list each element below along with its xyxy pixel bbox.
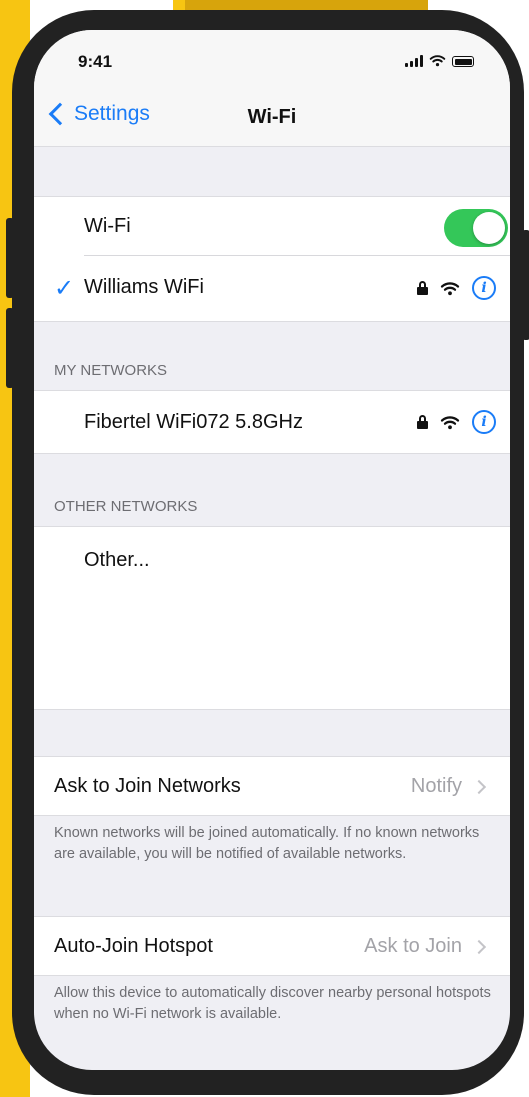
connected-network-name: Williams WiFi — [84, 276, 204, 298]
lock-icon — [417, 281, 428, 295]
checkmark-icon: ✓ — [54, 275, 75, 302]
lock-icon — [417, 415, 428, 429]
my-network-row[interactable]: Fibertel WiFi072 5.8GHz i — [34, 390, 510, 454]
other-network-label: Other... — [84, 549, 150, 571]
ask-to-join-row[interactable]: Ask to Join Networks Notify — [34, 756, 510, 816]
battery-icon — [452, 56, 474, 67]
screen: 9:41 Settings Wi-Fi Wi-Fi ✓ Williams WiF… — [34, 30, 510, 1070]
my-networks-header: MY NETWORKS — [54, 362, 168, 379]
ask-to-join-value: Notify — [410, 775, 462, 797]
info-icon[interactable]: i — [472, 276, 496, 300]
auto-join-value-group: Ask to Join — [364, 935, 487, 958]
network-status-icons: i — [417, 276, 496, 300]
phone-frame: 9:41 Settings Wi-Fi Wi-Fi ✓ Williams WiF… — [6, 10, 529, 1095]
connected-network-row[interactable]: ✓ Williams WiFi i — [34, 256, 510, 320]
wifi-toggle-row[interactable]: Wi-Fi — [34, 197, 510, 255]
status-time: 9:41 — [78, 52, 113, 71]
auto-join-hotspot-value: Ask to Join — [364, 935, 462, 957]
status-icons — [405, 54, 474, 67]
status-bar: 9:41 — [34, 30, 510, 86]
network-status-icons: i — [417, 410, 496, 434]
ask-to-join-label: Ask to Join Networks — [54, 775, 241, 797]
chevron-right-icon — [471, 939, 487, 954]
ask-to-join-value-group: Notify — [410, 775, 487, 798]
wifi-icon — [440, 415, 460, 429]
chevron-right-icon — [471, 779, 487, 794]
auto-join-hotspot-label: Auto-Join Hotspot — [54, 935, 213, 957]
wifi-group: Wi-Fi ✓ Williams WiFi i — [34, 196, 510, 322]
wifi-status-icon — [429, 55, 446, 67]
page-title: Wi-Fi — [247, 106, 297, 128]
info-icon[interactable]: i — [472, 410, 496, 434]
ask-to-join-footer: Known networks will be joined automatica… — [54, 825, 480, 862]
background-dark-strip — [185, 0, 428, 10]
power-button — [522, 230, 529, 340]
wifi-label: Wi-Fi — [84, 215, 131, 237]
navigation-bar: Settings Wi-Fi — [34, 86, 510, 147]
volume-up-button — [6, 218, 14, 298]
other-network-row[interactable]: Other... — [34, 527, 510, 591]
signal-icon — [405, 55, 423, 67]
toggle-knob — [473, 212, 505, 244]
network-name: Fibertel WiFi072 5.8GHz — [84, 411, 303, 433]
wifi-toggle[interactable] — [444, 209, 508, 247]
auto-join-hotspot-row[interactable]: Auto-Join Hotspot Ask to Join — [34, 916, 510, 976]
other-networks-header: OTHER NETWORKS — [54, 498, 198, 515]
auto-join-hotspot-footer: Allow this device to automatically disco… — [54, 985, 491, 1022]
volume-down-button — [6, 308, 14, 388]
other-networks-group: Other... — [34, 526, 510, 710]
wifi-icon — [440, 281, 460, 295]
